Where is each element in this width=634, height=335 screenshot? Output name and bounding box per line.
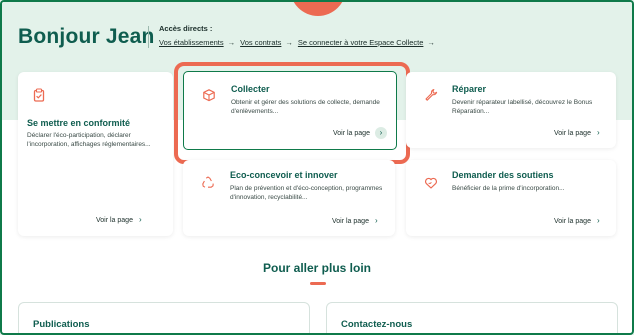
card-ecoconcevoir[interactable]: Eco-concevoir et innover Plan de prévent… bbox=[183, 160, 395, 236]
direct-access: Accès directs : Vos établissements → Vos c… bbox=[148, 24, 435, 48]
chevron-right-icon: › bbox=[374, 216, 378, 225]
link-espace-collecte[interactable]: Se connecter à votre Espace Collecte bbox=[298, 38, 424, 47]
card-link[interactable]: Voir la page › bbox=[554, 216, 600, 225]
card-title: Se mettre en conformité bbox=[27, 118, 131, 128]
card-description: Devenir réparateur labellisé, découvrez … bbox=[452, 99, 593, 115]
heart-hand-icon bbox=[425, 177, 437, 189]
card-collecter[interactable]: Collecter Obtenir et gérer des solutions… bbox=[183, 71, 397, 150]
card-link-label: Voir la page bbox=[554, 130, 591, 137]
card-link-label: Voir la page bbox=[96, 217, 133, 224]
card-link[interactable]: Voir la page › bbox=[332, 216, 378, 225]
card-contact[interactable]: Contactez-nous bbox=[326, 302, 618, 333]
arrow-right-icon: → bbox=[285, 38, 293, 47]
card-title: Collecter bbox=[231, 84, 270, 94]
card-soutiens[interactable]: Demander des soutiens Bénéficier de la p… bbox=[406, 160, 616, 236]
recycle-icon bbox=[202, 176, 214, 188]
card-link-label: Voir la page bbox=[554, 218, 591, 225]
direct-access-label: Accès directs : bbox=[159, 24, 213, 33]
section-title: Pour aller plus loin bbox=[262, 261, 372, 275]
card-title: Publications bbox=[33, 319, 90, 330]
arrow-right-icon: → bbox=[227, 38, 236, 47]
card-title: Eco-concevoir et innover bbox=[230, 170, 338, 180]
chevron-right-icon: › bbox=[138, 215, 142, 224]
link-contrats[interactable]: Vos contrats bbox=[240, 38, 281, 47]
card-description: Plan de prévention et d'éco-conception, … bbox=[230, 185, 383, 201]
greeting-title: Bonjour Jean bbox=[18, 25, 155, 48]
card-link-label: Voir la page bbox=[332, 218, 369, 225]
card-description: Déclarer l'éco-participation, déclarer l… bbox=[27, 132, 151, 148]
chevron-right-icon: › bbox=[596, 216, 600, 225]
card-link-label: Voir la page bbox=[333, 130, 370, 137]
card-reparer[interactable]: Réparer Devenir réparateur labellisé, dé… bbox=[406, 72, 616, 148]
card-publications[interactable]: Publications bbox=[18, 302, 310, 333]
card-conformite[interactable]: Se mettre en conformité Déclarer l'éco-p… bbox=[18, 72, 173, 236]
chevron-right-icon: › bbox=[596, 128, 600, 137]
direct-access-links: Vos établissements → Vos contrats → Se conne… bbox=[159, 38, 440, 47]
card-title: Contactez-nous bbox=[341, 319, 413, 330]
card-link[interactable]: Voir la page › bbox=[96, 215, 142, 224]
box-icon bbox=[203, 89, 215, 102]
card-description: Bénéficier de la prime d'incorporation..… bbox=[452, 185, 565, 192]
card-title: Demander des soutiens bbox=[452, 170, 554, 180]
section-underline bbox=[310, 282, 326, 285]
clipboard-check-icon bbox=[33, 88, 45, 102]
chevron-right-icon: › bbox=[374, 127, 387, 139]
card-description: Obtenir et gérer des solutions de collec… bbox=[231, 99, 380, 115]
arrow-right-icon: → bbox=[427, 38, 435, 47]
card-link[interactable]: Voir la page › bbox=[333, 127, 387, 139]
page-frame: Bonjour Jean Accès directs : Vos établis… bbox=[0, 0, 634, 335]
card-title: Réparer bbox=[452, 84, 487, 94]
card-link[interactable]: Voir la page › bbox=[554, 128, 600, 137]
link-etablissements[interactable]: Vos établissements bbox=[159, 38, 224, 47]
wrench-icon bbox=[425, 88, 438, 101]
